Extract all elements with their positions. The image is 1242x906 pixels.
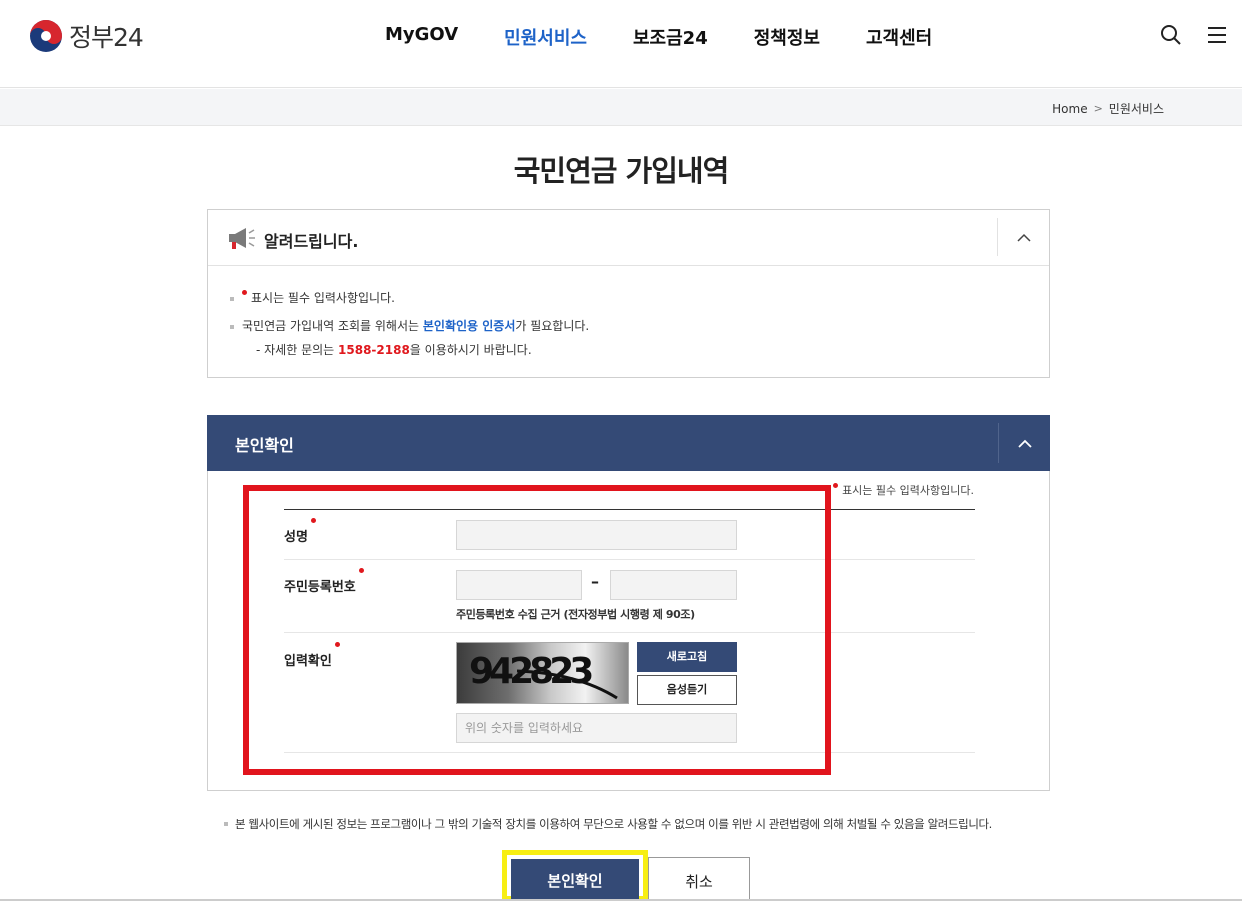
captcha-label-text: 입력확인 xyxy=(284,654,332,669)
taegeuk-logo-icon xyxy=(30,20,62,52)
notice-line2-prefix: 국민연금 가입내역 조회를 위해서는 xyxy=(242,319,423,333)
main-nav: MyGOV 민원서비스 보조금24 정책정보 고객센터 xyxy=(385,24,978,50)
auth-section-title: 본인확인 xyxy=(235,436,294,455)
nav-item-policy[interactable]: 정책정보 xyxy=(754,24,820,50)
required-dot-icon xyxy=(358,568,364,573)
notice-panel: 알려드립니다. 표시는 필수 입력사항입니다. 국민연금 가입내역 조회를 위해… xyxy=(207,209,1050,378)
required-note: 표시는 필수 입력사항입니다. xyxy=(833,482,974,498)
rrn-label: 주민등록번호 xyxy=(284,568,364,595)
rrn-legal-note: 주민등록번호 수집 근거 (전자정부법 시행령 제 90조) xyxy=(456,608,695,621)
notice-line-required: 표시는 필수 입력사항입니다. xyxy=(230,284,1049,312)
breadcrumb-bar: Home > 민원서비스 xyxy=(0,89,1242,126)
rrn-front-input[interactable] xyxy=(456,570,582,600)
auth-collapse-button[interactable] xyxy=(998,423,1050,463)
contact-phone: 1588-2188 xyxy=(338,343,410,357)
auth-section-header: 본인확인 xyxy=(207,415,1050,471)
confirm-button[interactable]: 본인확인 xyxy=(511,859,639,901)
form-row-captcha: 입력확인 942823 새로고침 음성듣기 위의 숫자를 입력하세요 xyxy=(284,633,975,753)
captcha-refresh-button[interactable]: 새로고침 xyxy=(637,642,737,672)
notice-line3-prefix: - 자세한 문의는 xyxy=(256,343,339,357)
cancel-button[interactable]: 취소 xyxy=(648,857,750,901)
notice-line2-suffix: 가 필요합니다. xyxy=(515,319,590,333)
captcha-noise-line xyxy=(516,669,618,700)
notice-header: 알려드립니다. xyxy=(208,210,1049,266)
required-dot-icon xyxy=(833,483,839,488)
name-input[interactable] xyxy=(456,520,737,550)
chevron-up-icon xyxy=(1017,439,1032,448)
captcha-audio-button[interactable]: 음성듣기 xyxy=(637,675,737,705)
notice-line1-text: 표시는 필수 입력사항입니다. xyxy=(251,291,395,305)
breadcrumb-current[interactable]: 민원서비스 xyxy=(1109,100,1164,117)
search-icon[interactable] xyxy=(1160,24,1182,50)
rrn-dash: – xyxy=(591,572,599,591)
chevron-right-icon: > xyxy=(1093,102,1103,115)
form-row-name: 성명 xyxy=(284,510,975,560)
name-label-text: 성명 xyxy=(284,530,308,545)
rrn-back-input[interactable] xyxy=(610,570,737,600)
notice-collapse-button[interactable] xyxy=(997,218,1049,256)
notice-line-contact: - 자세한 문의는 1588-2188을 이용하시기 바랍니다. xyxy=(230,340,1049,360)
required-note-text: 표시는 필수 입력사항입니다. xyxy=(842,484,974,497)
breadcrumb: Home > 민원서비스 xyxy=(1052,100,1164,117)
page-title: 국민연금 가입내역 xyxy=(513,154,730,188)
nav-item-mygov[interactable]: MyGOV xyxy=(385,24,458,50)
notice-title: 알려드립니다. xyxy=(264,232,359,251)
notice-line-certificate: 국민연금 가입내역 조회를 위해서는 본인확인용 인증서가 필요합니다. xyxy=(230,312,1049,340)
notice-body: 표시는 필수 입력사항입니다. 국민연금 가입내역 조회를 위해서는 본인확인용… xyxy=(208,266,1049,360)
megaphone-icon xyxy=(226,225,256,255)
required-dot-icon xyxy=(242,290,247,295)
chevron-up-icon xyxy=(1016,233,1031,242)
logo[interactable]: 정부24 xyxy=(29,18,144,54)
captcha-image: 942823 xyxy=(456,642,629,704)
breadcrumb-home[interactable]: Home xyxy=(1052,102,1087,116)
required-dot-icon xyxy=(310,518,316,523)
header-actions xyxy=(1160,24,1228,50)
notice-line2-highlight: 본인확인용 인증서 xyxy=(422,319,516,333)
required-dot-icon xyxy=(334,642,340,647)
nav-item-subsidy[interactable]: 보조금24 xyxy=(633,24,708,50)
captcha-input[interactable]: 위의 숫자를 입력하세요 xyxy=(456,713,737,743)
disclaimer-text: 본 웹사이트에 게시된 정보는 프로그램이나 그 밖의 기술적 장치를 이용하여… xyxy=(224,816,992,832)
site-header: 정부24 MyGOV 민원서비스 보조금24 정책정보 고객센터 xyxy=(0,0,1242,88)
captcha-label: 입력확인 xyxy=(284,642,340,669)
auth-form: 표시는 필수 입력사항입니다. 성명 주민등록번호 – 주민등록번호 수집 근거… xyxy=(207,471,1050,791)
logo-text: 정부24 xyxy=(69,23,144,52)
nav-item-civil-service[interactable]: 민원서비스 xyxy=(504,24,587,50)
form-row-rrn: 주민등록번호 – 주민등록번호 수집 근거 (전자정부법 시행령 제 90조) xyxy=(284,560,975,633)
name-label: 성명 xyxy=(284,518,316,545)
notice-line3-suffix: 을 이용하시기 바랍니다. xyxy=(409,343,532,357)
menu-icon[interactable] xyxy=(1206,25,1228,49)
rrn-label-text: 주민등록번호 xyxy=(284,580,356,595)
nav-item-customer-center[interactable]: 고객센터 xyxy=(866,24,932,50)
